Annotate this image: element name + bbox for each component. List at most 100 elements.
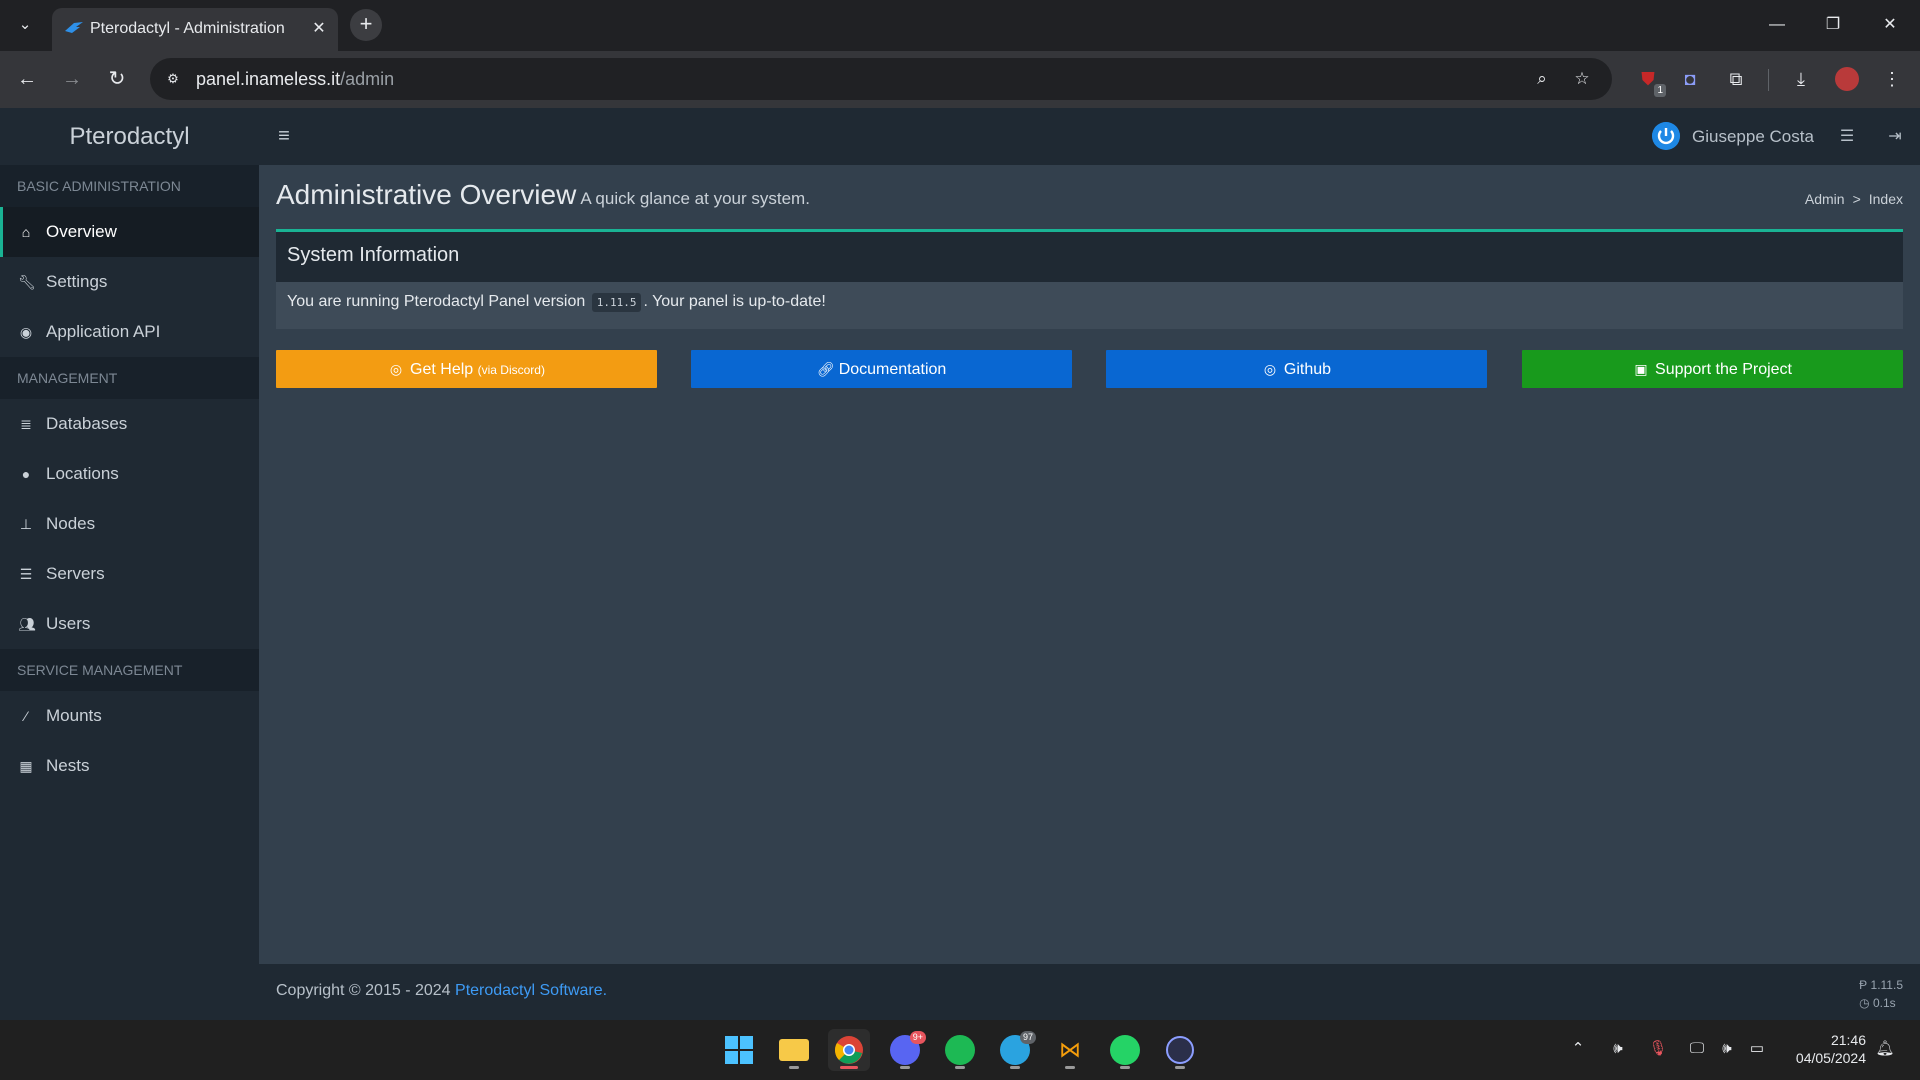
back-arrow-icon[interactable]: ← [12,64,42,94]
sidebar-item-label: Nests [46,756,90,775]
sidebar: Basic Administration ⌂ Overview 🔧︎ Setti… [0,165,259,1020]
pterodactyl-favicon-icon [65,22,83,33]
version-code: 1.11.5 [591,293,642,312]
speaker-icon[interactable]: 🕪︎ [1607,1038,1629,1060]
home-icon: ⌂ [21,224,31,240]
app-header: Pterodactyl ≡ Giuseppe Costa ☰ ⇥ [0,108,1920,165]
browser-menu-icon[interactable]: ⋮ [1878,65,1906,93]
sign-out-icon[interactable]: ⇥ [1883,125,1907,149]
whatsapp-icon[interactable] [1104,1029,1146,1071]
sidebar-item-mounts[interactable]: ⁄ Mounts [0,691,259,741]
footer-version: Ᵽ 1.11.5 [1859,978,1903,992]
microphone-icon[interactable]: 🎙︎ [1647,1038,1669,1060]
reload-icon[interactable]: ↻ [102,64,132,94]
sidebar-item-label: Nodes [46,514,96,533]
zoom-icon[interactable]: ⌕ [1530,67,1554,91]
sidebar-item-label: Locations [46,464,119,483]
browser-toolbar: ← → ↻ ⚙ panel.inameless.it/admin ⌕ ☆ ⛊ 1 … [0,51,1920,108]
sidebar-item-label: Users [46,614,91,633]
ublock-extension-icon[interactable]: ⛊ 1 [1634,65,1666,97]
profile-avatar[interactable] [1833,65,1861,93]
sidebar-item-servers[interactable]: ☰ Servers [0,549,259,599]
network-icon[interactable]: 🖵︎ [1686,1038,1708,1060]
breadcrumb-index: Index [1868,191,1903,207]
url-text[interactable]: panel.inameless.it/admin [196,69,394,90]
sidebar-item-users[interactable]: 👥︎ Users [0,599,259,649]
wrench-icon: 🔧︎ [18,274,36,290]
users-icon: 👥︎ [18,616,36,632]
app-bowtie-icon[interactable]: ⋈ [1049,1029,1091,1071]
tray-overflow-chevron-icon[interactable]: ⌃ [1567,1038,1589,1060]
gamepad-icon: ◉ [19,324,33,340]
new-tab-button[interactable]: + [350,9,382,41]
address-bar[interactable]: ⚙ panel.inameless.it/admin ⌕ ☆ [150,58,1612,100]
database-icon: ≣ [20,416,32,432]
system-clock[interactable]: 21:46 04/05/2024 [1786,1031,1866,1067]
battery-icon[interactable]: ▭ [1746,1038,1768,1060]
windows-taskbar: 9+ 97 ⋈ ⌃ 🕪︎ 🎙︎ 🖵︎ 🕪︎ ▭ 21:46 04/05/2024… [0,1020,1920,1080]
tab-close-icon[interactable]: ✕ [308,18,330,40]
sidebar-item-databases[interactable]: ≣ Databases [0,399,259,449]
breadcrumb: Admin > Index [1805,191,1903,207]
sidebar-item-label: Overview [46,222,117,241]
sidebar-item-label: Application API [46,322,161,341]
sidebar-item-label: Mounts [46,706,102,725]
server-list-icon[interactable]: ☰ [1835,125,1859,149]
restore-icon[interactable]: ❐ [1813,10,1853,40]
downloads-icon[interactable]: ⤓ [1787,65,1815,93]
link-icon: 🔗︎ [816,361,835,377]
spotify-icon[interactable] [939,1029,981,1071]
sidebar-item-label: Databases [46,414,128,433]
sidebar-item-locations[interactable]: ● Locations [0,449,259,499]
sidebar-toggle-icon[interactable]: ≡ [272,124,296,148]
app-circle-icon[interactable] [1159,1029,1201,1071]
breadcrumb-admin[interactable]: Admin [1805,191,1845,207]
tab-search-chevron-icon[interactable]: ⌄ [12,12,38,38]
user-avatar [1652,122,1680,150]
toolbar-separator [1768,69,1769,91]
life-ring-icon: ◎ [1263,361,1277,377]
sidebar-item-nodes[interactable]: ⊥ Nodes [0,499,259,549]
magic-icon: ⁄ [24,708,28,724]
discord-icon[interactable]: 9+ [884,1029,926,1071]
pterodactyl-software-link[interactable]: Pterodactyl Software. [455,982,607,999]
volume-icon[interactable]: 🕪︎ [1716,1038,1738,1060]
forward-arrow-icon[interactable]: → [57,64,87,94]
browser-tab-active[interactable]: Pterodactyl - Administration ✕ [52,8,338,51]
main-content: Administrative Overview A quick glance at… [259,165,1920,964]
page-title: Administrative Overview A quick glance at… [276,179,810,211]
github-button[interactable]: ◎ Github [1106,350,1487,388]
discord-notification-badge: 9+ [909,1031,926,1044]
money-icon: ▣ [1634,361,1648,377]
sidebar-item-nests[interactable]: ▦ Nests [0,741,259,791]
sidebar-section-service-management: Service Management [0,649,259,691]
window-close-icon[interactable]: ✕ [1870,10,1910,40]
telegram-icon[interactable]: 97 [994,1029,1036,1071]
sidebar-item-label: Servers [46,564,105,583]
sidebar-item-overview[interactable]: ⌂ Overview [0,207,259,257]
page-subtitle: A quick glance at your system. [580,189,810,208]
extension-icon[interactable]: ◘ [1676,65,1704,93]
support-project-button[interactable]: ▣ Support the Project [1522,350,1903,388]
documentation-button[interactable]: 🔗︎ Documentation [691,350,1072,388]
copyright-text: Copyright © 2015 - 2024 Pterodactyl Soft… [276,982,608,999]
footer-meta: Ᵽ 1.11.5 ◷ 0.1s [1859,976,1903,1012]
get-help-button[interactable]: ◎ Get Help (via Discord) [276,350,657,388]
th-large-icon: ▦ [19,758,33,774]
clock-icon: ◷ [1859,996,1870,1010]
sidebar-section-basic-administration: Basic Administration [0,165,259,207]
site-info-icon[interactable]: ⚙ [160,66,186,92]
sidebar-item-application-api[interactable]: ◉ Application API [0,307,259,357]
bookmark-star-icon[interactable]: ☆ [1570,67,1594,91]
extensions-puzzle-icon[interactable]: ⧉ [1722,65,1750,93]
minimize-icon[interactable]: — [1757,10,1797,40]
telegram-notification-badge: 97 [1019,1031,1036,1044]
file-explorer-icon[interactable] [773,1029,815,1071]
sidebar-item-settings[interactable]: 🔧︎ Settings [0,257,259,307]
brand-logo-text[interactable]: Pterodactyl [0,108,259,165]
notification-bell-icon[interactable]: 🔔︎ [1874,1038,1896,1060]
life-ring-icon: ◎ [389,361,403,377]
windows-start-icon[interactable] [718,1029,760,1071]
chrome-icon[interactable] [828,1029,870,1071]
breadcrumb-separator: > [1852,191,1861,207]
